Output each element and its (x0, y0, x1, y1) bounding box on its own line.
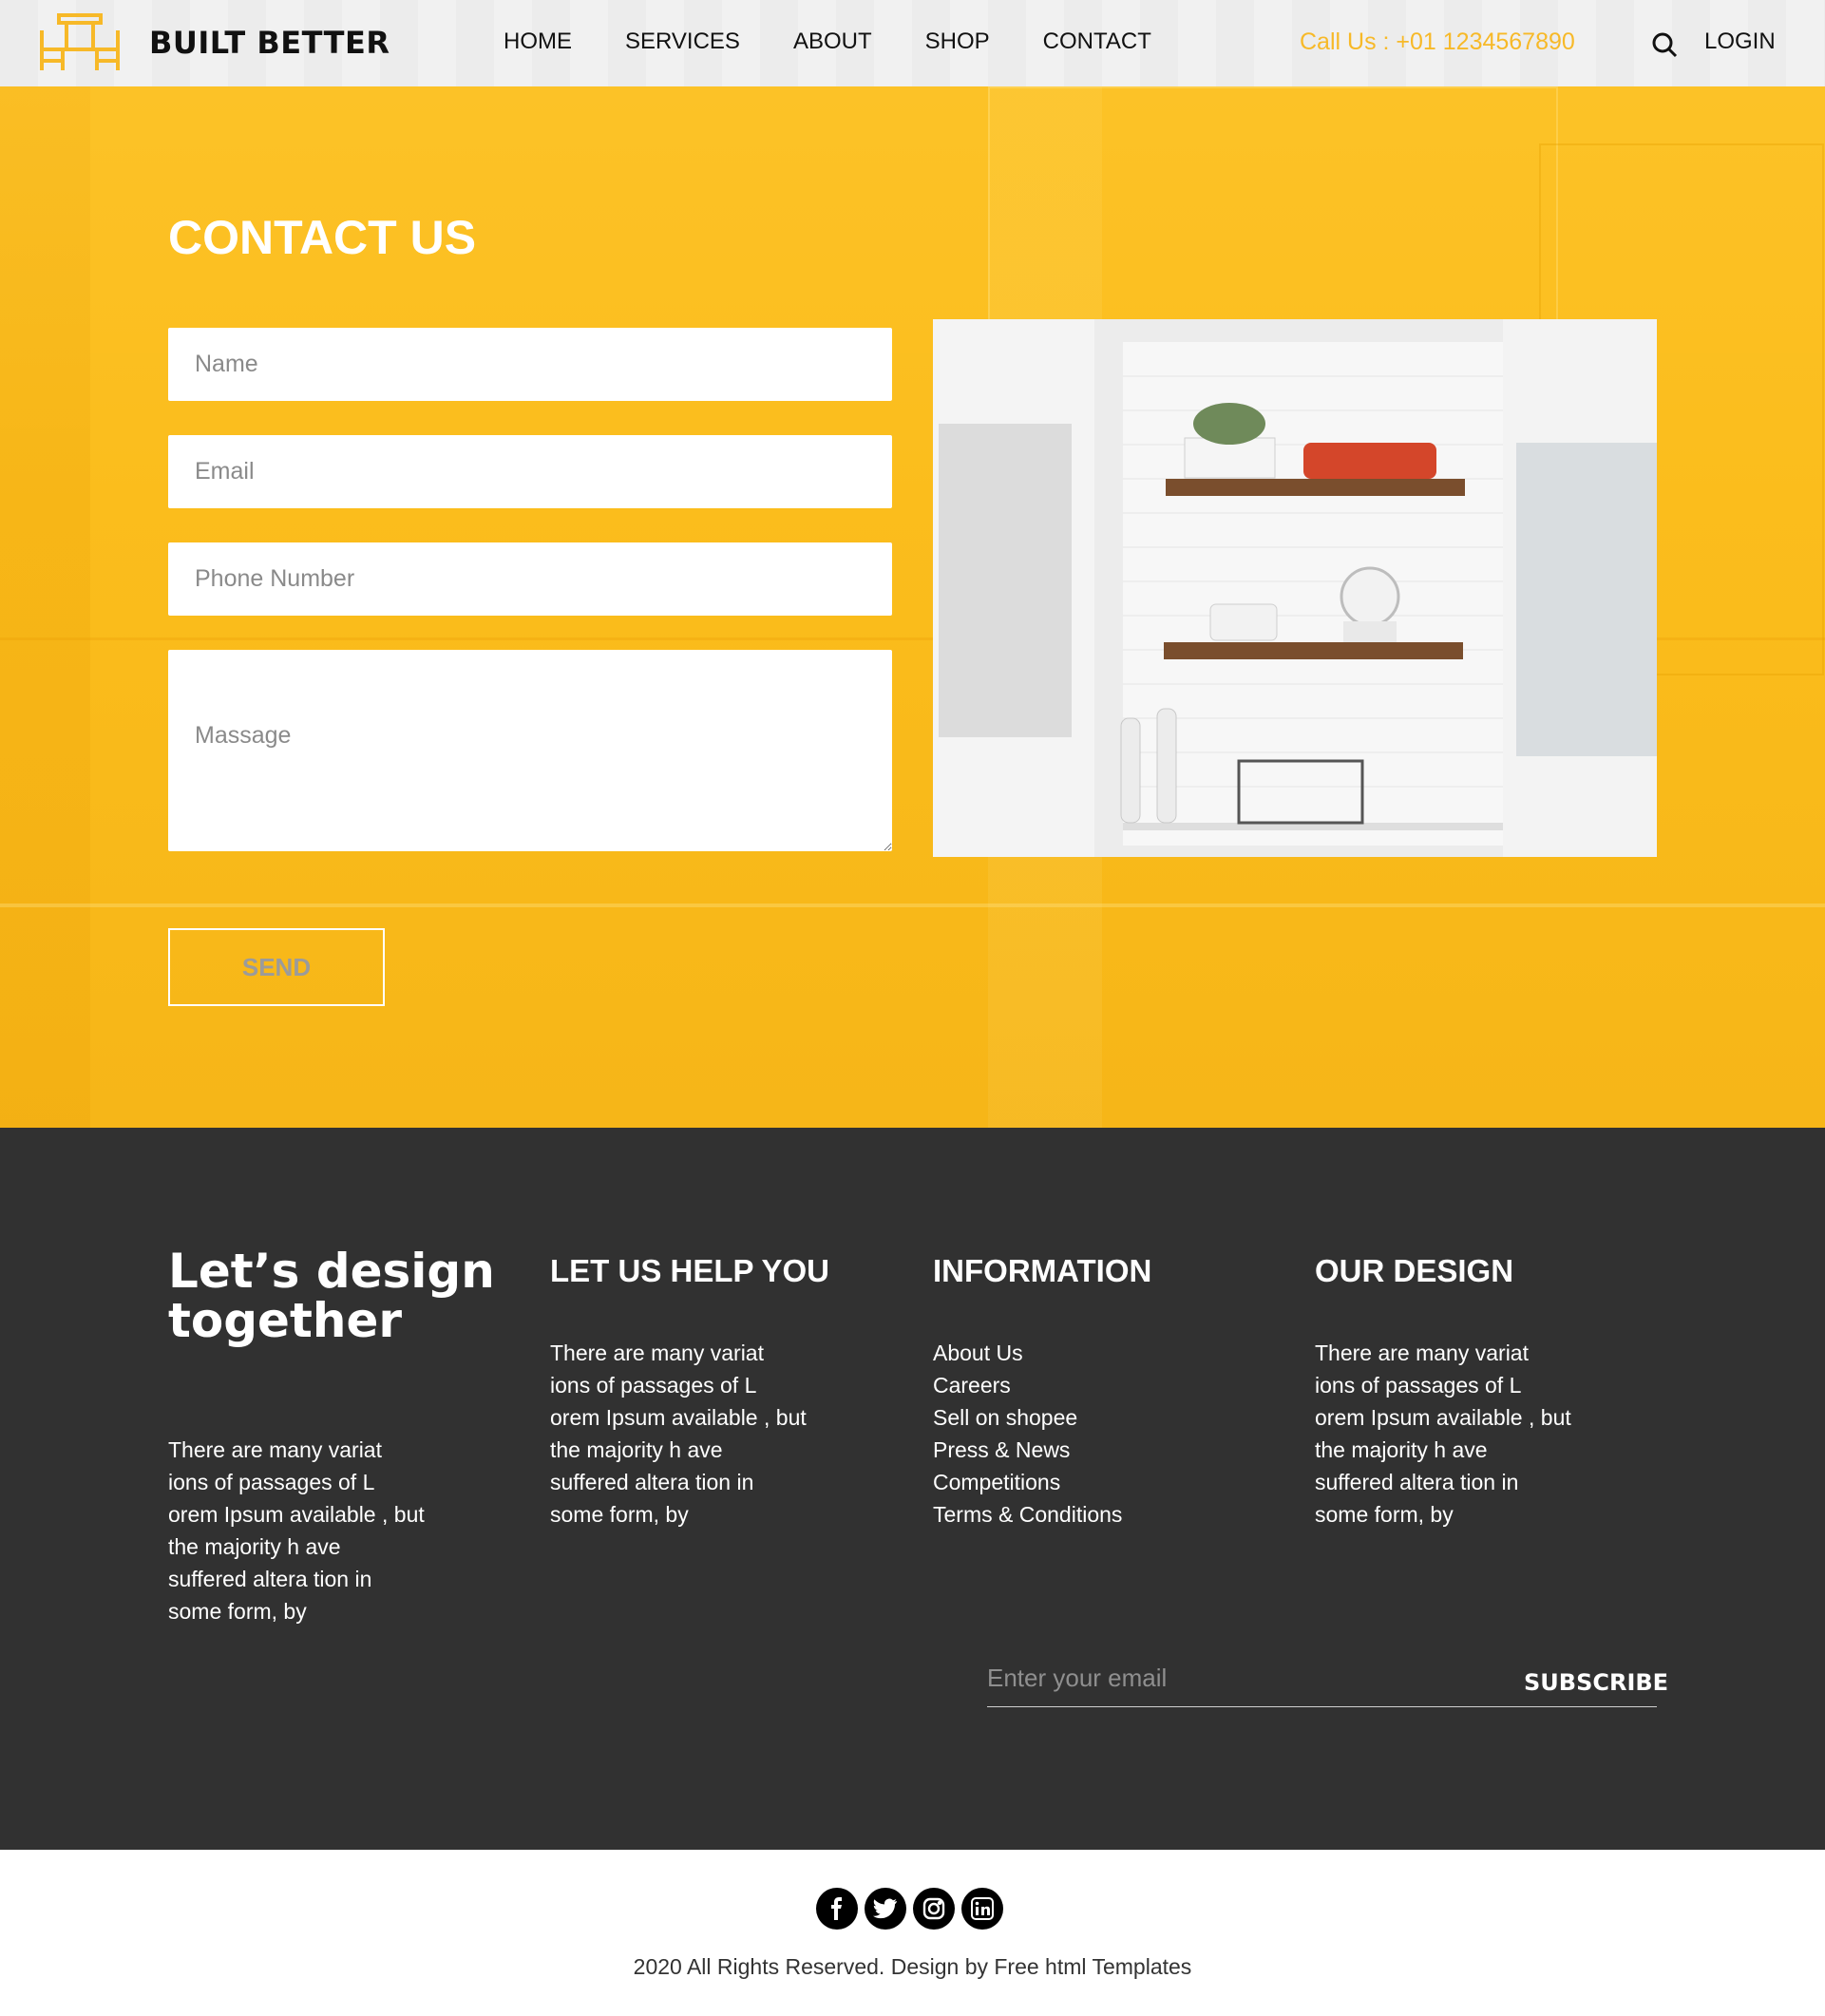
nav-about[interactable]: ABOUT (793, 29, 872, 55)
send-button[interactable]: SEND (168, 928, 385, 1006)
info-sell-link[interactable]: Sell on shopee (933, 1401, 1122, 1434)
copyright-bar: 2020 All Rights Reserved. Design by Free… (0, 1850, 1825, 2016)
nav-home[interactable]: HOME (504, 29, 572, 55)
info-terms-link[interactable]: Terms & Conditions (933, 1498, 1122, 1531)
design-text: There are many variat ions of passages o… (1315, 1341, 1571, 1527)
logo-icon[interactable] (38, 11, 122, 72)
info-careers-link[interactable]: Careers (933, 1369, 1122, 1401)
background-cabinet (988, 86, 1558, 333)
nav-services[interactable]: SERVICES (625, 29, 740, 55)
footer-tagline: Let’s design together (168, 1244, 495, 1348)
login-link[interactable]: LOGIN (1704, 29, 1776, 55)
help-title: LET US HELP YOU (550, 1253, 830, 1288)
tagline-text: There are many variat ions of passages o… (168, 1437, 425, 1624)
contact-section: CONTACT US SEND (0, 86, 1825, 1128)
facebook-icon[interactable] (816, 1888, 858, 1930)
contact-title: CONTACT US (168, 211, 477, 264)
linkedin-icon[interactable] (961, 1888, 1003, 1930)
call-us-text: Call Us : +01 1234567890 (1300, 29, 1575, 55)
site-header: BUILT BETTER HOME SERVICES ABOUT SHOP CO… (0, 0, 1825, 86)
brand-name[interactable]: BUILT BETTER (149, 25, 390, 61)
name-field[interactable] (168, 328, 892, 401)
main-nav: HOME SERVICES ABOUT SHOP CONTACT (504, 29, 1205, 55)
site-footer: Let’s design together There are many var… (0, 1128, 1825, 1850)
phone-field[interactable] (168, 542, 892, 616)
instagram-icon[interactable] (913, 1888, 955, 1930)
message-field[interactable] (168, 650, 892, 851)
twitter-icon[interactable] (865, 1888, 906, 1930)
subscribe-button[interactable]: SUBSCRIBE (1524, 1669, 1668, 1696)
help-text: There are many variat ions of passages o… (550, 1341, 807, 1527)
copyright-text: 2020 All Rights Reserved. Design by Free… (633, 1954, 1192, 1979)
info-about-link[interactable]: About Us (933, 1337, 1122, 1369)
kitchen-shelf-image (933, 319, 1657, 857)
design-title: OUR DESIGN (1315, 1253, 1514, 1288)
info-press-link[interactable]: Press & News (933, 1434, 1122, 1466)
nav-shop[interactable]: SHOP (925, 29, 990, 55)
info-competitions-link[interactable]: Competitions (933, 1466, 1122, 1498)
background-counter (0, 903, 1825, 907)
email-field[interactable] (168, 435, 892, 508)
search-icon[interactable] (1651, 31, 1678, 58)
social-links (816, 1888, 1010, 1930)
info-title: INFORMATION (933, 1253, 1152, 1288)
nav-contact[interactable]: CONTACT (1043, 29, 1151, 55)
info-links: About Us Careers Sell on shopee Press & … (933, 1337, 1122, 1531)
